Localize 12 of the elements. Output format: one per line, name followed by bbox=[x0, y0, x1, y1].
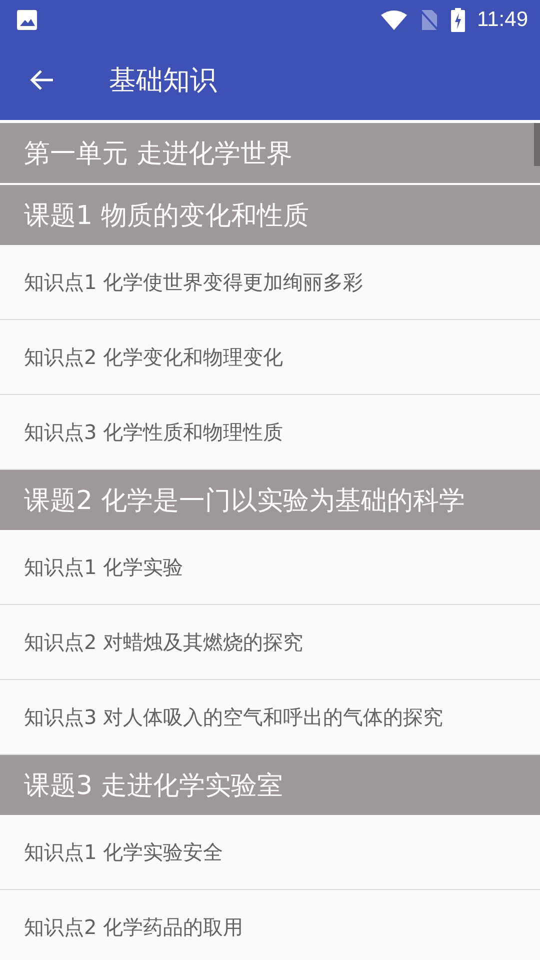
topic-header: 课题2 化学是一门以实验为基础的科学 bbox=[0, 470, 540, 530]
battery-charging-icon bbox=[451, 8, 465, 32]
topic-header: 课题3 走进化学实验室 bbox=[0, 755, 540, 815]
screen-title: 基础知识 bbox=[109, 64, 217, 98]
topic-header: 课题1 物质的变化和性质 bbox=[0, 185, 540, 245]
scrollbar bbox=[534, 123, 540, 166]
image-icon bbox=[16, 9, 38, 31]
clock-time: 11:49 bbox=[477, 8, 528, 32]
back-arrow-icon[interactable] bbox=[29, 68, 55, 92]
wifi-icon bbox=[381, 10, 407, 30]
unit-header: 第一单元 走进化学世界 bbox=[0, 123, 540, 183]
no-sim-icon bbox=[419, 9, 439, 31]
